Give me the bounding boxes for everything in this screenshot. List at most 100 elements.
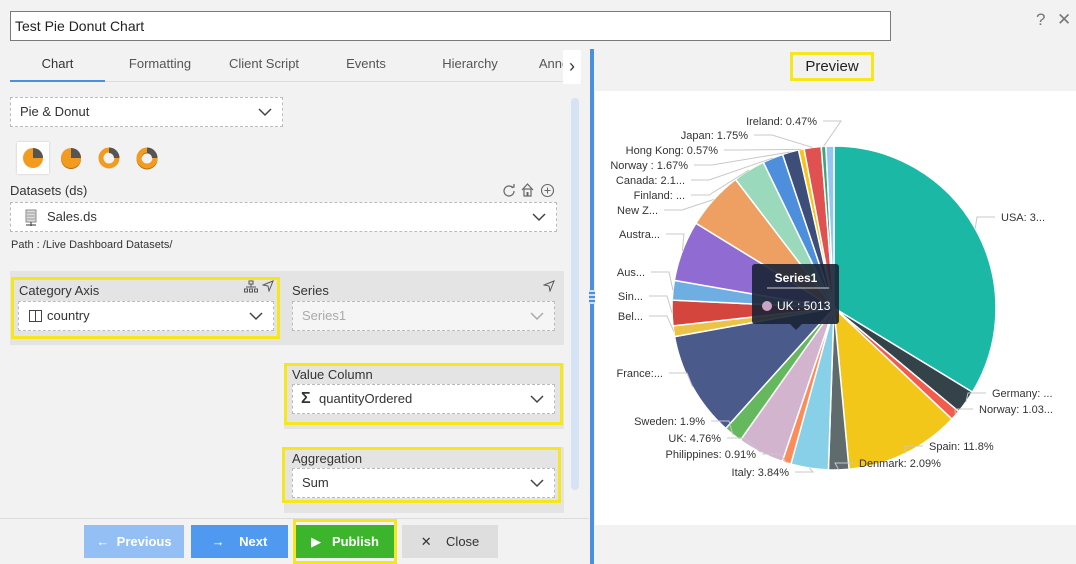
tab-client-script[interactable]: Client Script — [215, 50, 313, 82]
pie-3d-variant-button[interactable] — [55, 142, 87, 174]
dataset-server-icon — [25, 209, 37, 226]
previous-button[interactable]: ← Previous — [84, 525, 184, 558]
preview-panel: Preview Italy: 3.84% Philippines: 0.91% UK… — [595, 46, 1076, 564]
refresh-icon[interactable] — [502, 183, 516, 197]
chevron-down-icon — [530, 479, 544, 488]
chevron-down-icon — [249, 312, 263, 321]
data-label: Hong Kong: 0.57% — [626, 145, 719, 157]
series-value: Series1 — [302, 308, 347, 323]
pie-variant-button[interactable] — [17, 142, 49, 174]
leader-line — [974, 216, 995, 229]
donut-variant-button[interactable] — [93, 142, 125, 174]
tab-hierarchy[interactable]: Hierarchy — [425, 50, 515, 82]
data-label: Canada: 2.1... — [616, 175, 685, 187]
pie-chart-icon — [23, 148, 43, 168]
close-icon[interactable]: ✕ — [1057, 10, 1071, 30]
data-label: Finland: ... — [634, 190, 685, 202]
data-label: UK: 4.76% — [668, 433, 721, 445]
donut-3d-chart-icon — [136, 147, 158, 170]
wizard-footer: ← Previous → Next ▶ Publish ✕ Close — [0, 518, 589, 564]
data-label: Aus... — [617, 267, 645, 279]
panel-splitter[interactable] — [590, 49, 594, 564]
close-x-icon: ✕ — [420, 534, 447, 549]
value-column-select[interactable]: Σ quantityOrdered — [292, 384, 555, 414]
next-label: Next — [239, 534, 268, 549]
value-column-value: quantityOrdered — [319, 391, 413, 406]
data-label: Ireland: 0.47% — [746, 116, 817, 128]
chevron-down-icon — [530, 312, 544, 321]
close-label: Close — [446, 534, 480, 549]
aggregation-label: Aggregation — [292, 451, 363, 466]
next-button[interactable]: → Next — [191, 525, 288, 558]
question-icon[interactable]: ? — [1036, 10, 1045, 30]
chevron-right-icon[interactable]: › — [563, 50, 581, 84]
leader-line — [754, 134, 813, 148]
data-label: Philippines: 0.91% — [665, 449, 756, 461]
leader-line — [649, 315, 675, 332]
series-select[interactable]: Series1 — [292, 301, 555, 331]
aggregation-select[interactable]: Sum — [292, 468, 555, 498]
data-label: Norway : 1.67% — [610, 160, 688, 172]
value-column-label: Value Column — [292, 367, 373, 382]
chevron-down-icon — [530, 395, 544, 404]
chart-tooltip: Series1 UK : 5013 — [752, 264, 839, 330]
tooltip-marker — [762, 301, 772, 311]
category-axis-value: country — [47, 308, 90, 323]
chart-editor-dialog: Test Pie Donut Chart ? ✕ Chart Formattin… — [0, 0, 1076, 564]
tab-events[interactable]: Events — [330, 50, 402, 82]
leader-line — [666, 233, 685, 251]
category-axis-label: Category Axis — [19, 283, 100, 298]
add-icon[interactable] — [540, 183, 555, 198]
column-icon — [29, 310, 42, 322]
chart-type-value: Pie & Donut — [20, 104, 90, 119]
tab-chart[interactable]: Chart — [10, 50, 105, 82]
navigate-icon[interactable] — [543, 280, 555, 292]
category-axis-select[interactable]: country — [18, 301, 274, 331]
chart-title-input[interactable]: Test Pie Donut Chart — [10, 11, 891, 41]
donut-3d-variant-button[interactable] — [131, 142, 163, 174]
previous-label: Previous — [116, 534, 172, 549]
hierarchy-icon[interactable] — [244, 280, 258, 293]
config-scrollbar[interactable] — [571, 98, 579, 490]
publish-highlight — [293, 519, 397, 564]
close-button[interactable]: ✕ Close — [402, 525, 498, 558]
leader-line — [823, 120, 842, 147]
data-label: Norway: 1.03... — [979, 404, 1053, 416]
tooltip-series: Series1 — [775, 271, 818, 285]
chart-type-select[interactable]: Pie & Donut — [10, 97, 283, 127]
datasets-label: Datasets (ds) — [10, 183, 88, 198]
data-label: Sin... — [618, 291, 643, 303]
preview-title: Preview — [790, 52, 874, 81]
preview-canvas: Italy: 3.84% Philippines: 0.91% UK: 4.76% S… — [595, 91, 1076, 525]
data-label: Japan: 1.75% — [681, 130, 748, 142]
navigate-icon[interactable] — [262, 280, 274, 292]
data-label: USA: 3... — [1001, 212, 1045, 224]
data-label: Germany: ... — [992, 388, 1053, 400]
data-label: New Z... — [617, 205, 658, 217]
dataset-value: Sales.ds — [47, 209, 97, 224]
data-label: Spain: 11.8% — [929, 441, 994, 453]
config-panel: Chart Formatting Client Script Events Hi… — [0, 46, 589, 564]
sum-icon: Σ — [301, 390, 311, 407]
data-label: Sweden: 1.9% — [634, 416, 705, 428]
leader-line — [649, 295, 673, 314]
aggregation-value: Sum — [302, 475, 329, 490]
donut-chart-icon — [98, 147, 120, 169]
series-label: Series — [292, 283, 329, 298]
leader-line — [795, 467, 815, 473]
data-label: France:... — [617, 368, 663, 380]
pie-3d-chart-icon — [61, 148, 81, 169]
pie-chart: Italy: 3.84% Philippines: 0.91% UK: 4.76% S… — [610, 116, 1053, 479]
data-label: Bel... — [618, 311, 643, 323]
dataset-select[interactable]: Sales.ds — [10, 202, 557, 232]
leader-line — [724, 148, 802, 151]
data-label: Italy: 3.84% — [732, 467, 790, 479]
home-icon[interactable] — [520, 182, 535, 197]
arrow-right-icon: → — [211, 534, 240, 549]
dataset-path: Path : /Live Dashboard Datasets/ — [11, 239, 173, 251]
data-label: Denmark: 2.09% — [859, 458, 941, 470]
chevron-down-icon — [532, 213, 546, 222]
tab-formatting[interactable]: Formatting — [115, 50, 205, 82]
tab-bar: Chart Formatting Client Script Events Hi… — [10, 50, 582, 82]
leader-line — [651, 271, 674, 291]
